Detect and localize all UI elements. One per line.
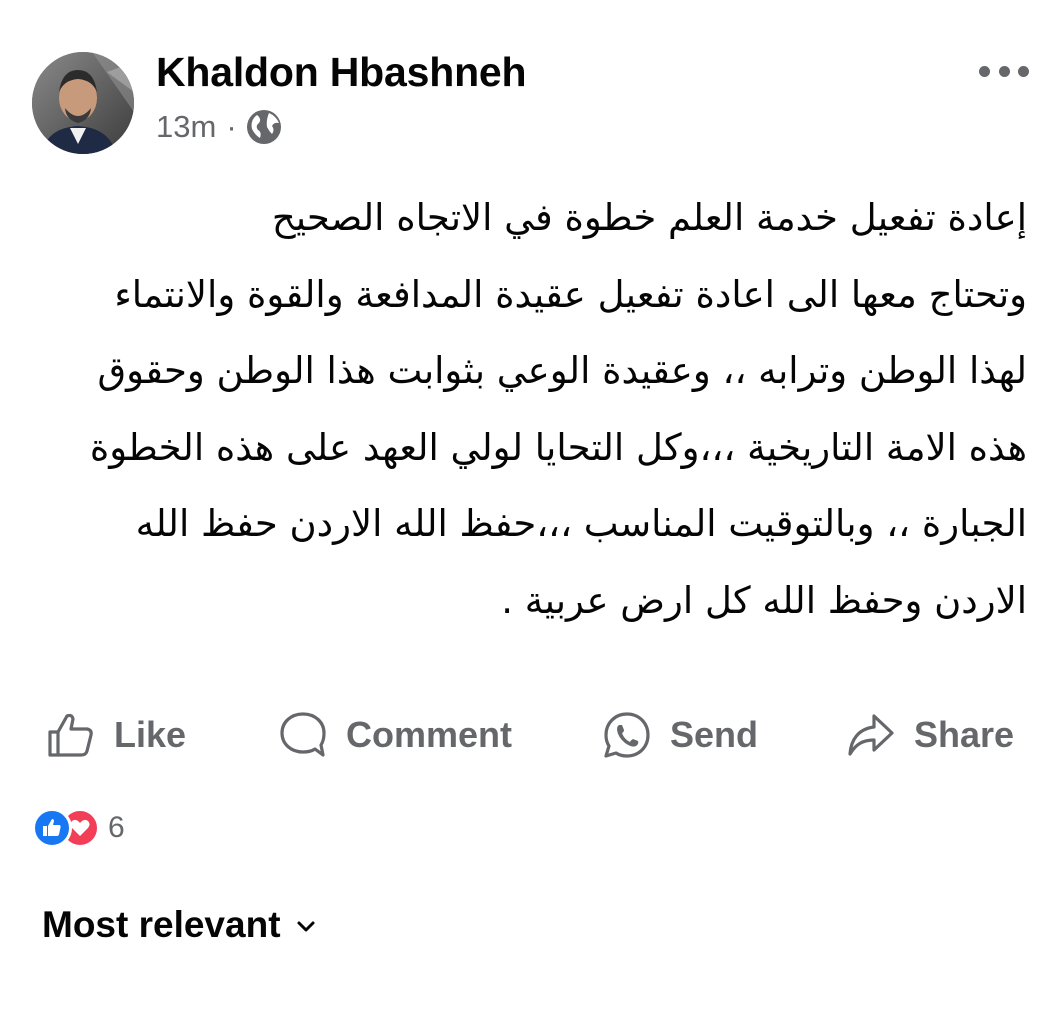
post-text-line: وتحتاج معها الى اعادة تفعيل عقيدة المداف… xyxy=(114,272,1027,316)
avatar-photo xyxy=(32,52,134,154)
thumbs-up-icon xyxy=(48,713,93,757)
send-button[interactable]: Send xyxy=(602,702,758,768)
post-meta: 13m · xyxy=(156,106,283,148)
like-reaction-icon xyxy=(32,808,72,848)
post-text-line: الجبارة ،، وبالتوقيت المناسب ،،،حفظ الله… xyxy=(135,502,1027,545)
meta-separator: · xyxy=(226,109,237,144)
share-arrow-icon xyxy=(848,714,894,756)
post-text-line: هذه الامة التاريخية ،،،وكل التحايا لولي … xyxy=(89,425,1027,469)
reaction-count: 6 xyxy=(108,811,125,844)
comment-button[interactable]: Comment xyxy=(278,702,512,768)
post-text-line: لهذا الوطن وترابه ،، وعقيدة الوعي بثوابت… xyxy=(97,349,1027,392)
share-label: Share xyxy=(914,714,1015,755)
author-avatar[interactable] xyxy=(32,52,134,154)
author-name[interactable]: Khaldon Hbashneh xyxy=(156,48,527,96)
post-text: إعادة تفعيل خدمة العلم خطوة في الاتجاه ا… xyxy=(36,180,1027,639)
comment-sort-dropdown[interactable]: Most relevant xyxy=(42,904,317,946)
post-time[interactable]: 13m xyxy=(156,109,216,145)
globe-icon[interactable] xyxy=(245,108,283,146)
post-text-line: الاردن وحفظ الله كل ارض عربية . xyxy=(501,578,1027,622)
comment-sort-label: Most relevant xyxy=(42,904,281,945)
post-text-line: إعادة تفعيل خدمة العلم خطوة في الاتجاه ا… xyxy=(271,196,1027,239)
comment-label: Comment xyxy=(346,714,513,755)
post-action-bar: Like Comment Send Share xyxy=(0,702,1057,768)
like-label: Like xyxy=(114,714,187,755)
comment-bubble-icon xyxy=(280,712,326,757)
send-label: Send xyxy=(670,714,759,755)
more-options-icon[interactable] xyxy=(979,56,1029,86)
like-button[interactable]: Like xyxy=(46,702,186,768)
reactions-summary[interactable]: 6 xyxy=(32,806,125,850)
chevron-down-icon xyxy=(297,921,315,932)
whatsapp-icon xyxy=(604,712,650,758)
share-button[interactable]: Share xyxy=(846,702,1014,768)
